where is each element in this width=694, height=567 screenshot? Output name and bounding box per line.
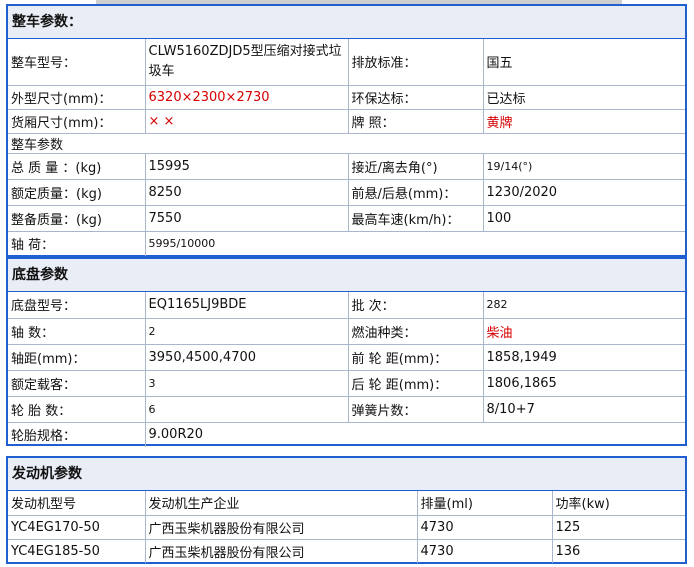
axles-value: 2: [145, 318, 349, 345]
box-dims-value: × ×: [145, 109, 349, 134]
engine-displacement-cell: 4730: [417, 539, 553, 563]
plate-label: 牌 照：: [348, 109, 484, 134]
passengers-value: 3: [145, 370, 349, 397]
engine-power-cell: 125: [552, 515, 685, 540]
total-mass-value: 15995: [145, 153, 349, 180]
batch-value: 282: [483, 292, 685, 319]
curb-mass-label: 整备质量：(kg): [8, 205, 146, 232]
engine-section-title: 发动机参数: [8, 458, 685, 491]
engine-displacement-cell: 4730: [417, 515, 553, 540]
passengers-label: 额定载客：: [8, 370, 146, 397]
engine-maker-cell: 广西玉柴机器股份有限公司: [145, 515, 418, 540]
axles-label: 轴 数：: [8, 318, 146, 345]
speed-label: 最高车速(km/h)：: [348, 205, 484, 232]
angle-label: 接近/离去角(°): [348, 153, 484, 180]
axle-load-label: 轴 荷：: [8, 231, 146, 256]
chassis-params-section: 底盘参数 底盘型号： EQ1165LJ9BDE 批 次： 282 轴 数： 2 …: [6, 257, 687, 447]
rated-mass-label: 额定质量：(kg): [8, 179, 146, 206]
env-value: 已达标: [483, 85, 685, 110]
tires-label: 轮 胎 数：: [8, 396, 146, 423]
front-track-value: 1858,1949: [483, 344, 685, 371]
rated-mass-value: 8250: [145, 179, 349, 206]
dims-value: 6320×2300×2730: [145, 85, 349, 110]
curb-mass-value: 7550: [145, 205, 349, 232]
vehicle-params-section: 整车参数： 整车型号： CLW5160ZDJD5型压缩对接式垃圾车 排放标准： …: [6, 4, 687, 257]
engine-header-maker: 发动机生产企业: [145, 491, 418, 516]
vehicle-subheading: 整车参数: [8, 133, 685, 154]
overhang-label: 前悬/后悬(mm)：: [348, 179, 484, 206]
plate-value: 黄牌: [483, 109, 685, 134]
engine-header-displacement: 排量(ml): [417, 491, 553, 516]
rear-track-label: 后 轮 距(mm)：: [348, 370, 484, 397]
dims-label: 外型尺寸(mm)：: [8, 85, 146, 110]
model-label: 整车型号：: [8, 39, 146, 86]
wheelbase-value: 3950,4500,4700: [145, 344, 349, 371]
springs-value: 8/10+7: [483, 396, 685, 423]
overhang-value: 1230/2020: [483, 179, 685, 206]
front-track-label: 前 轮 距(mm)：: [348, 344, 484, 371]
speed-value: 100: [483, 205, 685, 232]
engine-model-cell: YC4EG170-50: [8, 515, 146, 540]
total-mass-label: 总 质 量 ：(kg): [8, 153, 146, 180]
axle-load-value: 5995/10000: [148, 237, 216, 251]
batch-label: 批 次：: [348, 292, 484, 319]
env-label: 环保达标：: [348, 85, 484, 110]
engine-maker-cell: 广西玉柴机器股份有限公司: [145, 539, 418, 563]
fuel-value: 柴油: [483, 318, 685, 345]
engine-params-section: 发动机参数 发动机型号 发动机生产企业 排量(ml) 功率(kw) YC4EG1…: [6, 456, 687, 564]
box-dims-label: 货厢尺寸(mm)：: [8, 109, 146, 134]
vehicle-params-table: 整车型号： CLW5160ZDJD5型压缩对接式垃圾车 排放标准： 国五 外型尺…: [8, 39, 685, 256]
model-value: CLW5160ZDJD5型压缩对接式垃圾车: [145, 39, 349, 86]
engine-params-table: 发动机型号 发动机生产企业 排量(ml) 功率(kw) YC4EG170-50 …: [8, 491, 685, 563]
tire-spec-label: 轮胎规格：: [8, 422, 146, 447]
springs-label: 弹簧片数：: [348, 396, 484, 423]
wheelbase-label: 轴距(mm)：: [8, 344, 146, 371]
table-row: YC4EG170-50 广西玉柴机器股份有限公司 4730 125: [8, 515, 685, 540]
tires-value: 6: [145, 396, 349, 423]
vehicle-section-title: 整车参数：: [8, 6, 685, 39]
chassis-model-value: EQ1165LJ9BDE: [145, 292, 349, 319]
engine-power-cell: 136: [555, 543, 581, 559]
chassis-section-title: 底盘参数: [8, 259, 685, 292]
engine-header-model: 发动机型号: [8, 491, 146, 516]
chassis-params-table: 底盘型号： EQ1165LJ9BDE 批 次： 282 轴 数： 2 燃油种类：…: [8, 292, 685, 447]
chassis-model-label: 底盘型号：: [8, 292, 146, 319]
emission-value: 国五: [483, 39, 685, 86]
table-row: YC4EG185-50 广西玉柴机器股份有限公司 4730 136: [8, 539, 685, 563]
engine-header-power: 功率(kw): [552, 491, 685, 516]
tire-spec-value: 9.00R20: [148, 427, 204, 443]
engine-model-cell: YC4EG185-50: [8, 539, 146, 563]
angle-value: 19/14(°): [483, 153, 685, 180]
emission-label: 排放标准：: [348, 39, 484, 86]
rear-track-value: 1806,1865: [483, 370, 685, 397]
fuel-label: 燃油种类：: [348, 318, 484, 345]
